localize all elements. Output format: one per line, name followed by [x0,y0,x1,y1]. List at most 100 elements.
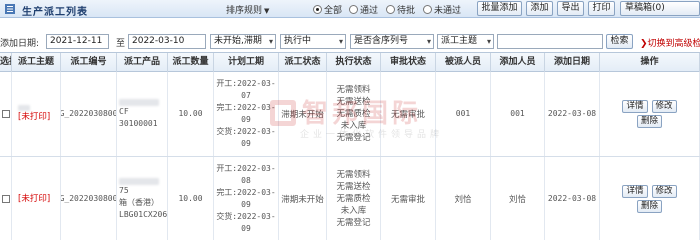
filter-label: 全部 [324,6,343,16]
dispatch-code[interactable]: PG_20220308002 [61,193,116,205]
add-button[interactable]: 添加 [526,1,553,16]
col-quantity: 派工数量 [168,53,214,73]
exec-status-line: 无需领料 [336,170,371,180]
filter-all-radio[interactable]: 全部 [313,3,342,16]
schedule-delivery: 交货:2022-03-09 [216,212,276,233]
date-to-input[interactable]: 2022-03-10 [128,34,206,49]
sort-rule-dropdown[interactable]: 排序规则 ▼ [226,3,269,16]
quantity-cell: 10.00 [168,72,214,156]
keyword-input[interactable] [497,34,603,49]
actions-cell: 详情 修改 删除 [600,157,700,240]
date-from-input[interactable]: 2021-12-11 [46,34,109,49]
row-checkbox[interactable] [1,195,10,203]
dispatch-code[interactable]: PG_20220308003 [61,108,116,120]
table-row: [未打印] PG_20220308003 CF 30100001 10.00 开工… [0,72,700,157]
filter-passed-radio[interactable]: 通过 [349,3,378,16]
assignee-cell: 刘恰 [436,157,491,240]
approval-status: 无需审批 [390,195,425,205]
approval-cell: 无需审批 [381,157,436,240]
row-checkbox[interactable] [1,110,10,118]
creator-cell: 刘恰 [491,157,545,240]
col-theme: 派工主题 [12,53,61,73]
search-button[interactable]: 检索 [606,34,633,49]
filter-label: 未通过 [434,6,462,16]
creator-cell: 001 [491,72,545,156]
schedule-start: 开工:2022-03-07 [216,79,276,100]
dispatch-status: 滞期未开始 [281,110,324,120]
drafts-button[interactable]: 草稿箱(0) [620,1,700,16]
theme-cell: [未打印] [12,72,61,156]
quantity-value: 10.00 [178,194,203,203]
dispatch-status-cell: 滞期未开始 [279,72,327,156]
row-select-cell [0,72,12,156]
col-schedule: 计划工期 [214,53,279,73]
exec-status-line: 无需登记 [336,218,371,228]
col-product: 派工产品 [117,53,168,73]
product-line: LBG01CX206 [119,209,168,219]
detail-button[interactable]: 详情 [622,100,648,113]
creator: 001 [510,109,525,118]
exec-status-line: 无需领料 [336,85,371,95]
quantity-cell: 10.00 [168,157,214,240]
code-cell: PG_20220308002 [61,157,117,240]
product-line: 30100001 [119,118,158,128]
theme-cell: [未打印] [12,157,61,240]
col-date: 添加日期 [545,53,600,73]
status-select[interactable]: 未开始,滞期 [210,34,276,49]
quantity-value: 10.00 [178,109,203,118]
schedule-delivery: 交货:2022-03-09 [216,127,276,148]
col-assignee: 被派人员 [436,53,491,73]
export-button[interactable]: 导出 [557,1,584,16]
date-label: 添加日期: [0,39,40,49]
arrow-icon: ❯ [640,39,648,49]
delete-button[interactable]: 删除 [636,200,662,213]
print-status-tag[interactable]: [未打印] [18,111,50,123]
batch-add-button[interactable]: 批量添加 [477,1,522,16]
schedule-finish: 完工:2022-03-09 [216,188,276,209]
col-select: 选择 [0,53,12,73]
detail-button[interactable]: 详情 [622,185,648,198]
radio-icon [349,5,358,14]
filter-rejected-radio[interactable]: 未通过 [423,3,461,16]
redacted-text [18,105,30,111]
actions-cell: 详情 修改 删除 [600,72,700,156]
theme-select[interactable]: 派工主题 [437,34,494,49]
creator: 刘恰 [508,195,526,205]
added-date: 2022-03-08 [547,109,597,118]
edit-button[interactable]: 修改 [651,100,677,113]
exec-status-line: 无需登记 [336,133,371,143]
exec-select[interactable]: 执行中 [280,34,346,49]
assignee: 001 [455,109,471,118]
exec-status-line: 无需送检 [336,182,371,192]
date-to-label: 至 [116,39,126,49]
exec-status-line: 未入库 [340,121,367,131]
sequence-select[interactable]: 是否含序列号 [350,34,434,49]
date-cell: 2022-03-08 [545,157,600,240]
print-status-tag[interactable]: [未打印] [18,193,50,205]
delete-button[interactable]: 删除 [636,115,662,128]
filter-label: 通过 [360,6,379,16]
advanced-search-link[interactable]: ❯切换到高级检索 [640,36,700,49]
col-code: 派工编号 [61,53,117,73]
filter-pending-radio[interactable]: 待批 [386,3,415,16]
col-creator: 添加人员 [491,53,545,73]
print-button[interactable]: 打印 [588,1,615,16]
product-line: 75 [119,185,129,195]
search-bar: 添加日期: 2021-12-11 至 2022-03-10 未开始,滞期 执行中… [0,33,700,50]
sort-rule-label: 排序规则 [226,6,263,16]
added-date: 2022-03-08 [547,194,597,203]
schedule-finish: 完工:2022-03-09 [216,103,276,124]
exec-status-line: 无需质检 [336,109,371,119]
col-approval-status: 审批状态 [381,53,436,73]
date-cell: 2022-03-08 [545,72,600,156]
edit-button[interactable]: 修改 [651,185,677,198]
redacted-text [119,177,159,185]
exec-status-line: 无需送检 [336,97,371,107]
assignee-cell: 001 [436,72,491,156]
row-select-cell [0,157,12,240]
radio-icon [313,5,322,14]
dispatch-status-cell: 滞期未开始 [279,157,327,240]
col-dispatch-status: 派工状态 [279,53,327,73]
approval-cell: 无需审批 [381,72,436,156]
advanced-search-label: 切换到高级检索 [647,39,700,49]
